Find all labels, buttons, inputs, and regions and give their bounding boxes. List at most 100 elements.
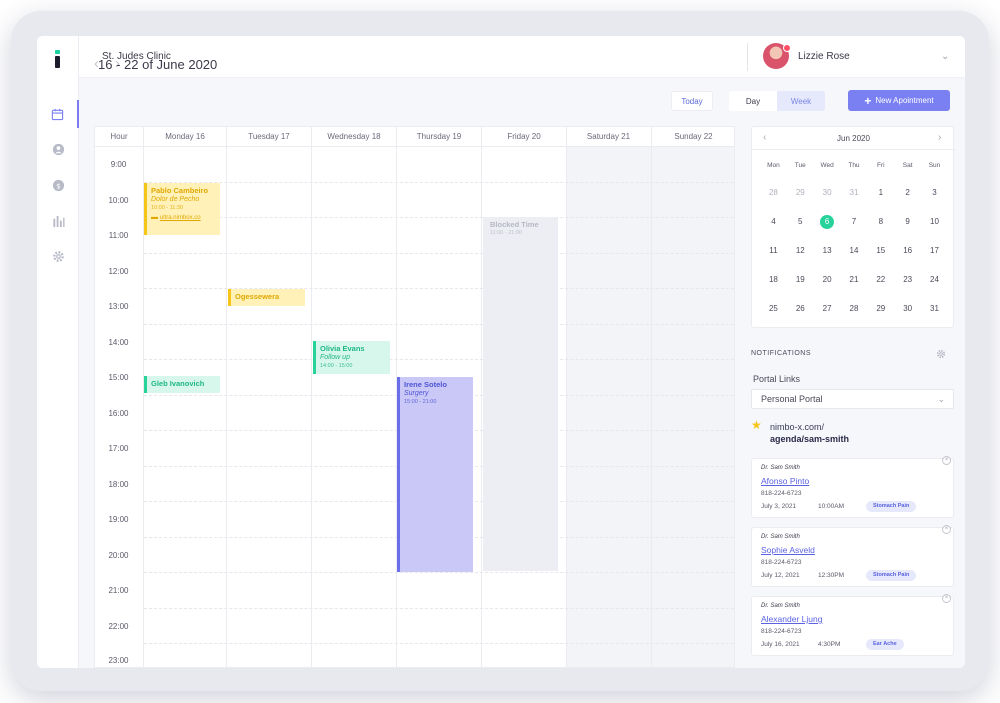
day-header[interactable]: Wednesday 18 (312, 127, 396, 147)
close-icon[interactable]: × (942, 594, 951, 603)
patient-name[interactable]: Alexander Ljung (761, 614, 822, 624)
doctor-name: Dr. Sam Smith (761, 603, 800, 609)
calendar-day[interactable]: 10 (921, 215, 948, 229)
calendar-day[interactable]: 9 (894, 215, 921, 229)
next-month-button[interactable]: › (938, 132, 941, 143)
hour-header: Hour (95, 127, 143, 147)
notifications-title: NOTIFICATIONS (751, 350, 812, 357)
calendar-day[interactable]: 16 (894, 244, 921, 258)
calendar-day[interactable]: 18 (760, 273, 787, 287)
billing-icon[interactable]: $ (37, 171, 79, 199)
day-header[interactable]: Monday 16 (144, 127, 226, 147)
event-time: 15:00 - 21:00 (404, 399, 437, 405)
hour-label: 12:00 (108, 267, 129, 276)
calendar-day[interactable]: 13 (814, 244, 841, 258)
appointment-event[interactable]: Ogessewera (228, 289, 305, 306)
portal-url[interactable]: nimbo-x.com/ agenda/sam-smith (770, 421, 849, 445)
calendar-day[interactable]: 14 (841, 244, 868, 258)
day-view-button[interactable]: Day (729, 91, 777, 111)
new-appointment-button[interactable]: + New Apointment (848, 90, 950, 111)
day-header[interactable]: Thursday 19 (397, 127, 481, 147)
calendar-day[interactable]: 28 (841, 302, 868, 316)
calendar-day[interactable]: 25 (760, 302, 787, 316)
today-button[interactable]: Today (671, 91, 713, 111)
calendar-day[interactable]: 24 (921, 273, 948, 287)
divider (747, 43, 748, 71)
calendar-day[interactable]: 1 (867, 186, 894, 200)
calendar-day[interactable]: 11 (760, 244, 787, 258)
calendar-day[interactable]: 21 (841, 273, 868, 287)
calendar-day[interactable]: 19 (787, 273, 814, 287)
notification-card[interactable]: × Dr. Sam Smith Alexander Ljung 818-224-… (751, 594, 954, 656)
reason-tag: Stomach Pain (866, 570, 917, 581)
event-link-row: ▬ ultra.nimbox.co (151, 213, 216, 223)
calendar-day[interactable]: 31 (841, 186, 868, 200)
calendar-day[interactable]: 15 (867, 244, 894, 258)
event-link[interactable]: ultra.nimbox.co (160, 215, 201, 221)
calendar-day[interactable]: 3 (921, 186, 948, 200)
notification-card[interactable]: × Dr. Sam Smith Afonso Pinto 818-224-672… (751, 456, 954, 518)
settings-icon[interactable] (936, 349, 946, 359)
hour-label: 20:00 (108, 551, 129, 560)
grid-line (311, 127, 312, 667)
calendar-day[interactable]: 30 (814, 186, 841, 200)
grid-line (651, 127, 652, 667)
mini-calendar-title: Jun 2020 (837, 134, 870, 143)
calendar-day[interactable]: 7 (841, 215, 868, 229)
notification-card[interactable]: × Dr. Sam Smith Sophie Asveld 818-224-67… (751, 525, 954, 587)
event-title: Gleb Ivanovich (151, 379, 205, 388)
weekday-label: Sat (902, 162, 913, 169)
appointment-date: July 12, 2021 (761, 572, 800, 579)
close-icon[interactable]: × (942, 456, 951, 465)
settings-icon[interactable] (37, 242, 79, 270)
appointment-event[interactable]: Olivia Evans Follow up 14:00 - 15:00 (313, 341, 390, 374)
weekday-row: Mon Tue Wed Thu Fri Sat Sun (760, 159, 948, 173)
calendar-day[interactable]: 29 (787, 186, 814, 200)
calendar-day[interactable]: 23 (894, 273, 921, 287)
calendar-day[interactable]: 27 (814, 302, 841, 316)
patient-phone: 818-224-6723 (761, 559, 802, 566)
calendar-day[interactable]: 4 (760, 215, 787, 229)
day-header[interactable]: Saturday 21 (566, 127, 651, 147)
calendar-day[interactable]: 20 (814, 273, 841, 287)
day-header[interactable]: Sunday 22 (651, 127, 734, 147)
day-header[interactable]: Tuesday 17 (227, 127, 311, 147)
doctor-name: Dr. Sam Smith (761, 534, 800, 540)
calendar-day-selected[interactable]: 6 (814, 215, 841, 229)
calendar-day[interactable]: 22 (867, 273, 894, 287)
close-icon[interactable]: × (942, 525, 951, 534)
user-icon[interactable] (37, 135, 79, 163)
patient-name[interactable]: Afonso Pinto (761, 476, 809, 486)
event-title: Olivia Evans (320, 344, 365, 353)
chevron-down-icon[interactable]: ⌄ (941, 51, 949, 62)
event-subtitle: Dolor de Pecho (151, 196, 200, 203)
calendar-day[interactable]: 12 (787, 244, 814, 258)
hour-label: 10:00 (108, 196, 129, 205)
calendar-day[interactable]: 5 (787, 215, 814, 229)
star-icon: ★ (751, 418, 762, 432)
portal-select[interactable]: Personal Portal ⌄ (751, 389, 954, 409)
calendar-icon[interactable] (37, 100, 79, 128)
calendar-day[interactable]: 29 (867, 302, 894, 316)
portal-select-value: Personal Portal (761, 394, 823, 404)
calendar-day[interactable]: 26 (787, 302, 814, 316)
blocked-time-event[interactable]: Blocked Time 11:00 - 21:00 (483, 217, 558, 571)
calendar-day[interactable]: 28 (760, 186, 787, 200)
calendar-day[interactable]: 30 (894, 302, 921, 316)
day-header[interactable]: Friday 20 (482, 127, 566, 147)
grid-line (481, 127, 482, 667)
user-name[interactable]: Lizzie Rose (798, 51, 850, 62)
calendar-day[interactable]: 8 (867, 215, 894, 229)
week-row: 25 26 27 28 29 30 31 (760, 302, 948, 316)
hour-label: 9:00 (110, 160, 127, 169)
appointment-event[interactable]: Pablo Cambeiro Dolor de Pecho 10:00 - 11… (144, 183, 220, 235)
stats-icon[interactable] (37, 207, 79, 235)
week-view-button[interactable]: Week (777, 91, 825, 111)
patient-name[interactable]: Sophie Asveld (761, 545, 815, 555)
calendar-day[interactable]: 2 (894, 186, 921, 200)
appointment-event[interactable]: Gleb Ivanovich (144, 376, 220, 393)
calendar-day[interactable]: 31 (921, 302, 948, 316)
calendar-day[interactable]: 17 (921, 244, 948, 258)
patient-phone: 818-224-6723 (761, 628, 802, 635)
appointment-event[interactable]: Irene Sotelo Surgery 15:00 - 21:00 (397, 377, 473, 572)
